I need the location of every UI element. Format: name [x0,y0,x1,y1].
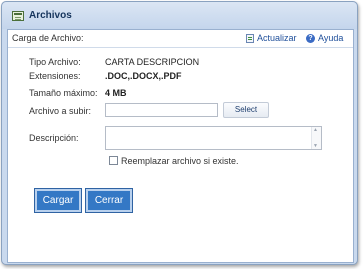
max-size-value: 4 MB [105,88,127,98]
window-title: Archivos [29,10,72,21]
help-link[interactable]: ? Ayuda [306,33,343,43]
cargar-button[interactable]: Cargar [34,188,82,213]
max-size-label: Tamaño máximo: [29,88,98,98]
upload-file-input[interactable] [105,103,218,117]
replace-file-checkbox[interactable] [109,156,118,165]
refresh-icon [246,33,254,43]
dialog-body: Carga de Archivo: Actualizar ? Ayuda Tip… [7,29,354,263]
panel-title: Carga de Archivo: [12,33,84,43]
description-scrollbar[interactable] [311,127,321,149]
help-label: Ayuda [318,33,344,43]
file-type-label: Tipo Archivo: [29,57,81,67]
archivos-dialog: Archivos Carga de Archivo: Actualizar ? … [1,1,358,265]
cerrar-button[interactable]: Cerrar [85,188,133,213]
file-type-value: CARTA DESCRIPCION [105,57,200,67]
extensions-label: Extensiones: [29,71,81,81]
refresh-label: Actualizar [257,33,297,43]
refresh-link[interactable]: Actualizar [246,33,297,43]
window-list-icon [12,11,24,21]
replace-file-label: Reemplazar archivo si existe. [121,156,239,166]
panel-header: Carga de Archivo: Actualizar ? Ayuda [8,30,353,48]
select-file-button[interactable]: Select [223,102,269,118]
help-icon: ? [306,33,315,43]
description-label: Descripción: [29,133,79,143]
extensions-value: .DOC,.DOCX,.PDF [105,71,182,81]
upload-file-label: Archivo a subir: [29,106,92,116]
description-textarea[interactable] [105,126,322,150]
title-bar[interactable]: Archivos [2,2,357,29]
